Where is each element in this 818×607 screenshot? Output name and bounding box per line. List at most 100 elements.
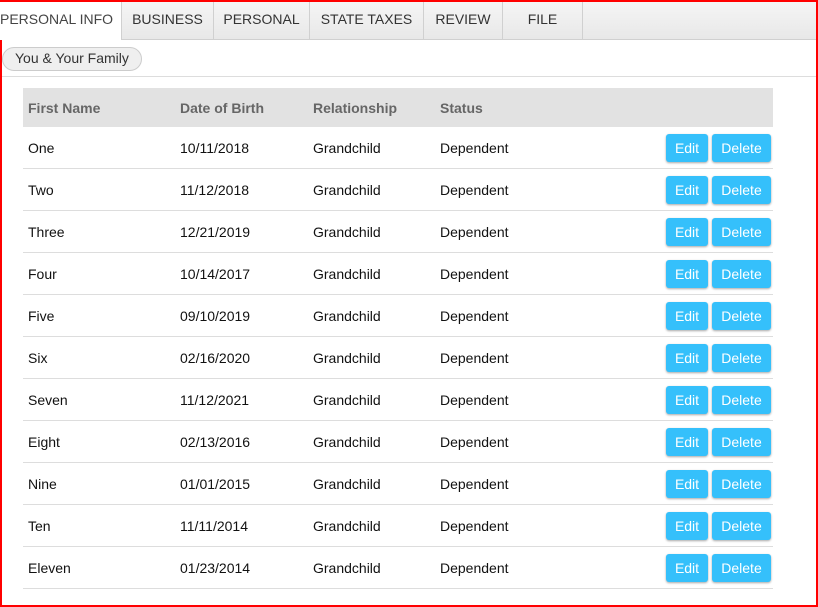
- edit-button[interactable]: Edit: [666, 385, 708, 414]
- edit-button[interactable]: Edit: [666, 133, 708, 162]
- cell-relationship: Grandchild: [308, 252, 435, 295]
- table-row: Ten 11/11/2014 Grandchild Dependent Edit Dele…: [23, 504, 773, 547]
- cell-date-of-birth: 10/14/2017: [175, 252, 308, 295]
- dependents-table: First Name Date of Birth Relationship St…: [23, 88, 773, 589]
- table-row: Six 02/16/2020 Grandchild Dependent Edit Dele…: [23, 336, 773, 379]
- delete-button[interactable]: Delete: [712, 301, 771, 330]
- main-tabs: PERSONAL INFO BUSINESS PERSONAL STATE TA…: [0, 2, 816, 40]
- table-row: Four 10/14/2017 Grandchild Dependent Edit Del…: [23, 252, 773, 295]
- table-row: Eleven 01/23/2014 Grandchild Dependent Edit D…: [23, 546, 773, 589]
- delete-button[interactable]: Delete: [712, 385, 771, 414]
- cell-date-of-birth: 01/23/2014: [175, 546, 308, 589]
- cell-actions: Edit Delete: [566, 420, 773, 463]
- cell-status: Dependent: [435, 168, 567, 211]
- cell-first-name: Five: [23, 294, 175, 337]
- cell-date-of-birth: 02/16/2020: [175, 336, 308, 379]
- cell-status: Dependent: [435, 420, 567, 463]
- table-header-row: First Name Date of Birth Relationship St…: [23, 88, 773, 127]
- cell-date-of-birth: 11/11/2014: [175, 504, 308, 547]
- table-row: Two 11/12/2018 Grandchild Dependent Edit Dele…: [23, 168, 773, 211]
- cell-relationship: Grandchild: [308, 420, 435, 463]
- cell-actions: Edit Delete: [566, 336, 773, 379]
- edit-button[interactable]: Edit: [666, 217, 708, 246]
- delete-button[interactable]: Delete: [712, 217, 771, 246]
- header-first-name: First Name: [23, 88, 175, 127]
- cell-date-of-birth: 12/21/2019: [175, 210, 308, 253]
- cell-status: Dependent: [435, 336, 567, 379]
- cell-status: Dependent: [435, 252, 567, 295]
- cell-status: Dependent: [435, 462, 567, 505]
- cell-relationship: Grandchild: [308, 294, 435, 337]
- cell-status: Dependent: [435, 546, 567, 589]
- cell-relationship: Grandchild: [308, 546, 435, 589]
- header-actions: [566, 88, 773, 127]
- delete-button[interactable]: Delete: [712, 343, 771, 372]
- cell-actions: Edit Delete: [566, 252, 773, 295]
- cell-status: Dependent: [435, 127, 567, 169]
- cell-date-of-birth: 01/01/2015: [175, 462, 308, 505]
- cell-relationship: Grandchild: [308, 210, 435, 253]
- cell-status: Dependent: [435, 504, 567, 547]
- delete-button[interactable]: Delete: [712, 511, 771, 540]
- cell-actions: Edit Delete: [566, 462, 773, 505]
- cell-first-name: Three: [23, 210, 175, 253]
- cell-relationship: Grandchild: [308, 378, 435, 421]
- edit-button[interactable]: Edit: [666, 343, 708, 372]
- cell-relationship: Grandchild: [308, 168, 435, 211]
- cell-first-name: Four: [23, 252, 175, 295]
- delete-button[interactable]: Delete: [712, 427, 771, 456]
- divider: [2, 76, 816, 77]
- cell-actions: Edit Delete: [566, 127, 773, 169]
- edit-button[interactable]: Edit: [666, 175, 708, 204]
- edit-button[interactable]: Edit: [666, 301, 708, 330]
- cell-relationship: Grandchild: [308, 504, 435, 547]
- cell-relationship: Grandchild: [308, 127, 435, 169]
- delete-button[interactable]: Delete: [712, 553, 771, 582]
- delete-button[interactable]: Delete: [712, 133, 771, 162]
- cell-status: Dependent: [435, 378, 567, 421]
- edit-button[interactable]: Edit: [666, 511, 708, 540]
- cell-first-name: Ten: [23, 504, 175, 547]
- cell-first-name: Two: [23, 168, 175, 211]
- cell-status: Dependent: [435, 210, 567, 253]
- table-row: Five 09/10/2019 Grandchild Dependent Edit Del…: [23, 294, 773, 337]
- edit-button[interactable]: Edit: [666, 553, 708, 582]
- table-row: Eight 02/13/2016 Grandchild Dependent Edit De…: [23, 420, 773, 463]
- tab-state-taxes[interactable]: STATE TAXES: [310, 2, 424, 39]
- cell-first-name: Six: [23, 336, 175, 379]
- tab-file[interactable]: FILE: [503, 2, 583, 39]
- cell-first-name: Eleven: [23, 546, 175, 589]
- delete-button[interactable]: Delete: [712, 259, 771, 288]
- cell-relationship: Grandchild: [308, 462, 435, 505]
- table-row: One 10/11/2018 Grandchild Dependent Edit Dele…: [23, 127, 773, 169]
- cell-actions: Edit Delete: [566, 210, 773, 253]
- tab-review[interactable]: REVIEW: [424, 2, 503, 39]
- cell-actions: Edit Delete: [566, 378, 773, 421]
- cell-first-name: Seven: [23, 378, 175, 421]
- tab-business[interactable]: BUSINESS: [122, 2, 214, 39]
- table-row: Seven 11/12/2021 Grandchild Dependent Edit De…: [23, 378, 773, 421]
- cell-first-name: Eight: [23, 420, 175, 463]
- cell-actions: Edit Delete: [566, 504, 773, 547]
- tab-personal[interactable]: PERSONAL: [214, 2, 310, 39]
- cell-date-of-birth: 11/12/2021: [175, 378, 308, 421]
- edit-button[interactable]: Edit: [666, 427, 708, 456]
- cell-date-of-birth: 02/13/2016: [175, 420, 308, 463]
- cell-date-of-birth: 11/12/2018: [175, 168, 308, 211]
- tab-personal-info[interactable]: PERSONAL INFO: [0, 2, 122, 40]
- edit-button[interactable]: Edit: [666, 259, 708, 288]
- cell-first-name: One: [23, 127, 175, 169]
- header-status: Status: [435, 88, 567, 127]
- cell-status: Dependent: [435, 294, 567, 337]
- subnav-you-and-your-family[interactable]: You & Your Family: [2, 47, 142, 71]
- cell-relationship: Grandchild: [308, 336, 435, 379]
- header-date-of-birth: Date of Birth: [175, 88, 308, 127]
- delete-button[interactable]: Delete: [712, 469, 771, 498]
- table-row: Three 12/21/2019 Grandchild Dependent Edit De…: [23, 210, 773, 253]
- delete-button[interactable]: Delete: [712, 175, 771, 204]
- table-row: Nine 01/01/2015 Grandchild Dependent Edit Del…: [23, 462, 773, 505]
- cell-date-of-birth: 09/10/2019: [175, 294, 308, 337]
- edit-button[interactable]: Edit: [666, 469, 708, 498]
- cell-actions: Edit Delete: [566, 546, 773, 589]
- cell-actions: Edit Delete: [566, 168, 773, 211]
